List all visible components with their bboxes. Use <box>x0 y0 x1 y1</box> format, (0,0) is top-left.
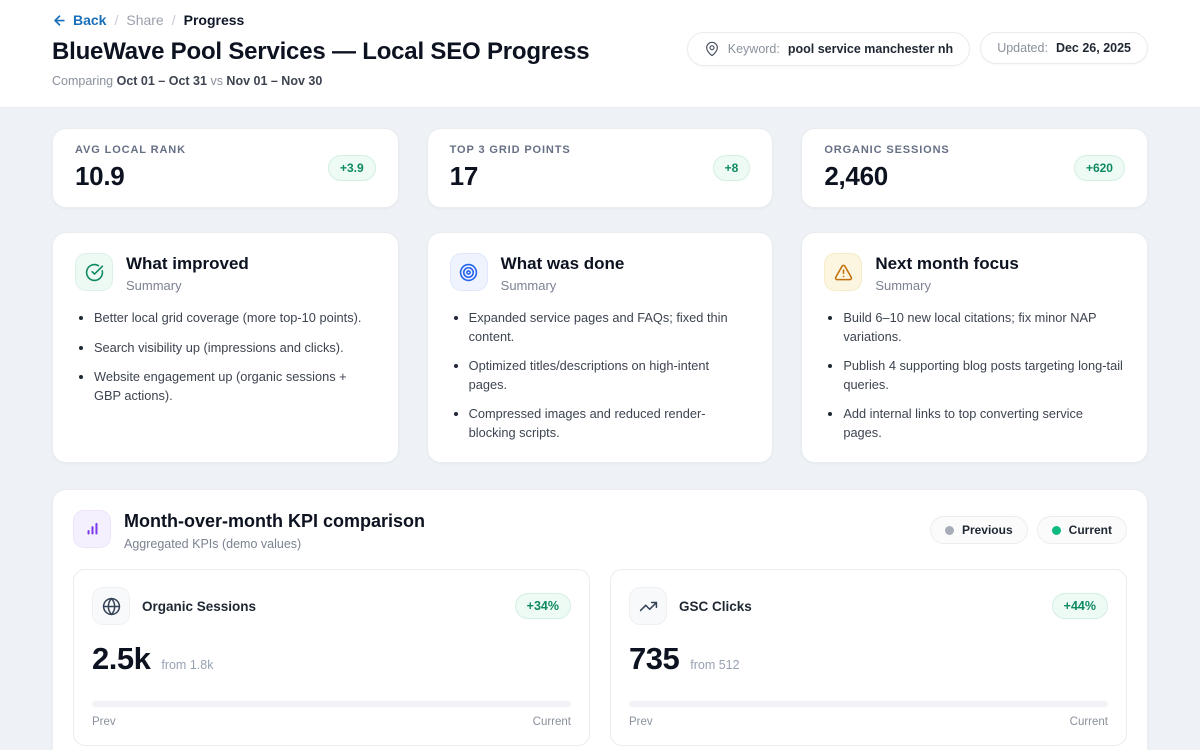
back-label: Back <box>73 12 106 28</box>
legend-current-label: Current <box>1069 523 1112 537</box>
keyword-value: pool service manchester nh <box>788 42 953 56</box>
summary-bullet-list: Better local grid coverage (more top-10 … <box>75 309 376 405</box>
summary-title: What was done <box>501 254 625 274</box>
bullet-item: Search visibility up (impressions and cl… <box>75 339 376 358</box>
bullet-item: Build 6–10 new local citations; fix mino… <box>824 309 1125 346</box>
stat-delta-badge: +8 <box>713 155 751 181</box>
stats-row: AVG LOCAL RANK 10.9 +3.9 TOP 3 GRID POIN… <box>52 128 1148 208</box>
updated-label: Updated: <box>997 41 1048 55</box>
bar-chart-icon <box>73 510 111 548</box>
kpi-prev-label: Prev <box>92 716 116 728</box>
range-b: Nov 01 – Nov 30 <box>226 74 322 88</box>
kpi-card-organic-sessions: Organic Sessions +34% 2.5k from 1.8k Pre… <box>73 569 590 746</box>
stat-card-avg-local-rank: AVG LOCAL RANK 10.9 +3.9 <box>52 128 399 208</box>
kpi-value: 735 <box>629 641 679 677</box>
keyword-chip: Keyword: pool service manchester nh <box>687 32 970 66</box>
arrow-left-icon <box>52 13 67 28</box>
kpi-comparison-section: Month-over-month KPI comparison Aggregat… <box>52 489 1148 750</box>
bullet-item: Compressed images and reduced render-blo… <box>450 405 751 442</box>
kpi-delta-badge: +44% <box>1052 593 1108 619</box>
header-left: Back / Share / Progress BlueWave Pool Se… <box>52 12 589 91</box>
target-icon <box>450 253 488 291</box>
summary-bullet-list: Expanded service pages and FAQs; fixed t… <box>450 309 751 442</box>
kpi-section-title: Month-over-month KPI comparison <box>124 511 425 532</box>
kpi-card-label: Organic Sessions <box>142 599 256 614</box>
stat-value: 2,460 <box>824 161 949 192</box>
bullet-item: Publish 4 supporting blog posts targetin… <box>824 357 1125 394</box>
summary-title: Next month focus <box>875 254 1019 274</box>
stat-value: 17 <box>450 161 571 192</box>
previous-dot <box>945 526 954 535</box>
stat-card-top3-grid-points: TOP 3 GRID POINTS 17 +8 <box>427 128 774 208</box>
kpi-card-gsc-clicks: GSC Clicks +44% 735 from 512 Prev Curren… <box>610 569 1127 746</box>
bullet-item: Expanded service pages and FAQs; fixed t… <box>450 309 751 346</box>
header-chips: Keyword: pool service manchester nh Upda… <box>687 32 1148 91</box>
kpi-section-subtitle: Aggregated KPIs (demo values) <box>124 537 425 551</box>
page-title: BlueWave Pool Services — Local SEO Progr… <box>52 38 589 66</box>
bullet-item: Optimized titles/descriptions on high-in… <box>450 357 751 394</box>
summary-row: What improved Summary Better local grid … <box>52 232 1148 463</box>
legend-previous[interactable]: Previous <box>930 516 1028 544</box>
alert-triangle-icon <box>824 253 862 291</box>
map-pin-icon <box>704 41 720 57</box>
breadcrumb-current: Progress <box>184 12 245 28</box>
keyword-label: Keyword: <box>728 42 780 56</box>
check-circle-icon <box>75 253 113 291</box>
trending-up-icon <box>629 587 667 625</box>
kpi-current-label: Current <box>1070 716 1108 728</box>
kpi-delta-badge: +34% <box>515 593 571 619</box>
summary-card-next-month-focus: Next month focus Summary Build 6–10 new … <box>801 232 1148 463</box>
kpi-cards-row: Organic Sessions +34% 2.5k from 1.8k Pre… <box>73 569 1127 746</box>
comparison-range: Comparing Oct 01 – Oct 31 vs Nov 01 – No… <box>52 74 589 88</box>
summary-subtitle: Summary <box>875 278 1019 293</box>
summary-card-what-was-done: What was done Summary Expanded service p… <box>427 232 774 463</box>
legend-previous-label: Previous <box>962 523 1013 537</box>
bullet-item: Website engagement up (organic sessions … <box>75 368 376 405</box>
stat-card-organic-sessions: ORGANIC SESSIONS 2,460 +620 <box>801 128 1148 208</box>
stat-delta-badge: +620 <box>1074 155 1125 181</box>
current-dot <box>1052 526 1061 535</box>
kpi-progress-track <box>629 701 1108 707</box>
kpi-prev-label: Prev <box>629 716 653 728</box>
summary-bullet-list: Build 6–10 new local citations; fix mino… <box>824 309 1125 442</box>
stat-label: TOP 3 GRID POINTS <box>450 144 571 156</box>
summary-subtitle: Summary <box>126 278 249 293</box>
breadcrumb: Back / Share / Progress <box>52 12 589 28</box>
page-header: Back / Share / Progress BlueWave Pool Se… <box>0 0 1200 108</box>
stat-label: AVG LOCAL RANK <box>75 144 186 156</box>
range-a: Oct 01 – Oct 31 <box>117 74 207 88</box>
stat-delta-badge: +3.9 <box>328 155 376 181</box>
summary-subtitle: Summary <box>501 278 625 293</box>
summary-card-what-improved: What improved Summary Better local grid … <box>52 232 399 463</box>
breadcrumb-separator: / <box>172 12 176 28</box>
globe-icon <box>92 587 130 625</box>
bullet-item: Add internal links to top converting ser… <box>824 405 1125 442</box>
stat-value: 10.9 <box>75 161 186 192</box>
kpi-previous-value: from 1.8k <box>161 658 213 672</box>
kpi-current-label: Current <box>533 716 571 728</box>
main-content: AVG LOCAL RANK 10.9 +3.9 TOP 3 GRID POIN… <box>0 108 1200 750</box>
updated-value: Dec 26, 2025 <box>1056 41 1131 55</box>
bullet-item: Better local grid coverage (more top-10 … <box>75 309 376 328</box>
breadcrumb-separator: / <box>114 12 118 28</box>
summary-title: What improved <box>126 254 249 274</box>
kpi-previous-value: from 512 <box>690 658 739 672</box>
kpi-card-label: GSC Clicks <box>679 599 752 614</box>
kpi-value: 2.5k <box>92 641 150 677</box>
updated-chip: Updated: Dec 26, 2025 <box>980 32 1148 64</box>
kpi-legend: Previous Current <box>930 516 1127 544</box>
back-link[interactable]: Back <box>52 12 106 28</box>
kpi-progress-track <box>92 701 571 707</box>
legend-current[interactable]: Current <box>1037 516 1127 544</box>
share-link[interactable]: Share <box>126 12 163 28</box>
stat-label: ORGANIC SESSIONS <box>824 144 949 156</box>
